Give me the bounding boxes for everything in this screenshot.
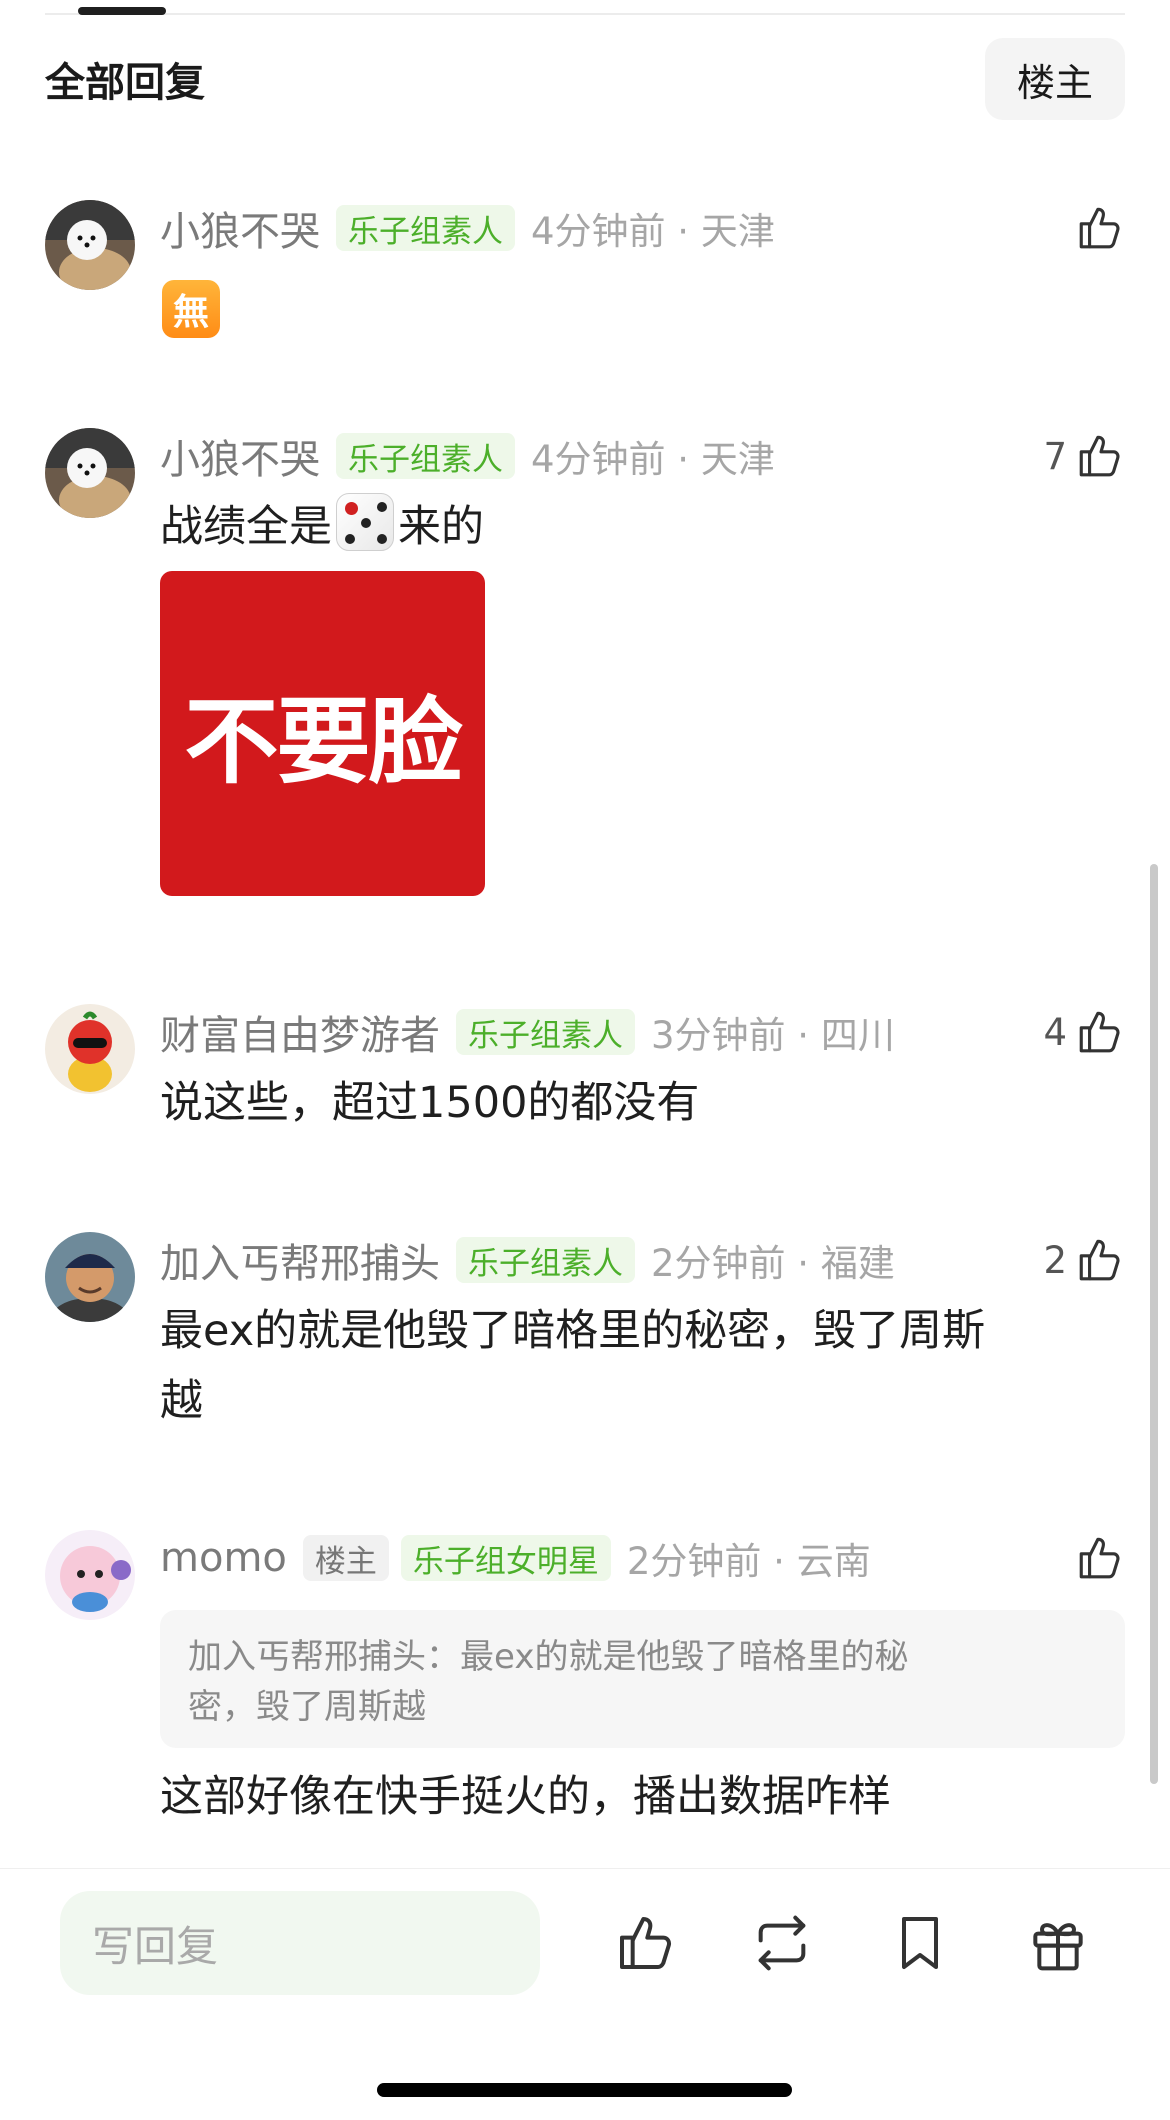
username[interactable]: momo <box>160 1535 287 1581</box>
time-location: 2分钟前 · 福建 <box>651 1242 895 1285</box>
avatar[interactable] <box>45 200 135 290</box>
thumbs-up-icon <box>1079 435 1120 477</box>
comment-text: 这部好像在快手挺火的，播出数据咋样 <box>160 1772 891 1822</box>
replies-header: 全部回复 楼主 <box>45 38 1125 120</box>
comment-meta: 小狼不哭 乐子组素人 4分钟前 · 天津 <box>160 428 1125 484</box>
group-badge: 乐子组素人 <box>456 1009 635 1055</box>
quoted-reply[interactable]: 加入丐帮邢捕头：最ex的就是他毁了暗格里的秘 密，毁了周斯越 <box>160 1610 1125 1748</box>
username[interactable]: 加入丐帮邢捕头 <box>160 1231 440 1289</box>
sticker-image[interactable]: 不要脸 <box>160 571 485 896</box>
like-count: 7 <box>1043 434 1067 478</box>
avatar[interactable] <box>45 1530 135 1620</box>
tab-indicator <box>78 7 166 15</box>
reply-input[interactable]: 写回复 <box>60 1891 540 1995</box>
comment-text-line: 最ex的就是他毁了暗格里的秘密，毁了周斯 <box>160 1306 986 1356</box>
owner-only-filter-button[interactable]: 楼主 <box>985 38 1125 120</box>
time-location: 4分钟前 · 天津 <box>531 210 775 253</box>
quoted-text-line: 加入丐帮邢捕头：最ex的就是他毁了暗格里的秘 <box>188 1637 909 1677</box>
like-count: 4 <box>1043 1010 1067 1054</box>
emoji-nothing-icon: 無 <box>162 280 220 338</box>
comment-text-part: 战绩全是 <box>160 502 332 552</box>
avatar[interactable] <box>45 1004 135 1094</box>
comment-meta: 小狼不哭 乐子组素人 4分钟前 · 天津 <box>160 200 1125 256</box>
time-location: 3分钟前 · 四川 <box>651 1014 895 1057</box>
gift-icon[interactable] <box>1026 1911 1090 1975</box>
all-replies-title: 全部回复 <box>45 60 205 106</box>
comment-item: 加入丐帮邢捕头 乐子组素人 2分钟前 · 福建 2 最ex的就是他毁了暗格里的秘… <box>45 1232 1125 1442</box>
comment-item: momo 楼主 乐子组女明星 2分钟前 · 云南 加入丐帮邢捕头：最ex的就是他… <box>45 1530 1125 1860</box>
like-button[interactable] <box>1067 200 1125 256</box>
comment-meta: momo 楼主 乐子组女明星 2分钟前 · 云南 <box>160 1530 1125 1586</box>
comment-text: 最ex的就是他毁了暗格里的秘密，毁了周斯 越 <box>160 1296 985 1436</box>
time-location: 2分钟前 · 云南 <box>626 1540 871 1583</box>
thumbs-up-icon <box>1079 207 1120 249</box>
comment-text: 说这些，超过1500的都没有 <box>160 1078 700 1128</box>
thumbs-up-icon <box>1079 1537 1120 1579</box>
thumbs-up-icon <box>1079 1239 1120 1281</box>
like-icon[interactable] <box>614 1911 678 1975</box>
comment-item: 小狼不哭 乐子组素人 4分钟前 · 天津 7 战绩全是 来的 不要脸 <box>45 428 1125 908</box>
group-badge: 乐子组素人 <box>336 433 515 479</box>
like-button[interactable]: 7 <box>1043 428 1125 484</box>
username[interactable]: 财富自由梦游者 <box>160 1003 440 1061</box>
scrollbar[interactable] <box>1150 864 1158 1784</box>
avatar[interactable] <box>45 1232 135 1322</box>
bottom-action-bar: 写回复 <box>0 1868 1170 2120</box>
bookmark-icon[interactable] <box>888 1911 952 1975</box>
dice-icon <box>336 493 394 551</box>
group-badge: 乐子组素人 <box>336 205 515 251</box>
top-divider <box>45 13 1125 15</box>
like-button[interactable]: 2 <box>1043 1232 1125 1288</box>
thumbs-up-icon <box>1079 1011 1120 1053</box>
avatar[interactable] <box>45 428 135 518</box>
comment-item: 财富自由梦游者 乐子组素人 3分钟前 · 四川 4 说这些，超过1500的都没有 <box>45 1004 1125 1144</box>
comment-item: 小狼不哭 乐子组素人 4分钟前 · 天津 無 <box>45 200 1125 350</box>
time-location: 4分钟前 · 天津 <box>531 438 775 481</box>
comment-meta: 财富自由梦游者 乐子组素人 3分钟前 · 四川 <box>160 1004 1125 1060</box>
like-button[interactable]: 4 <box>1043 1004 1125 1060</box>
group-badge: 乐子组素人 <box>456 1237 635 1283</box>
comment-text-line: 越 <box>160 1376 203 1426</box>
owner-badge: 楼主 <box>302 1535 389 1581</box>
home-indicator <box>377 2083 792 2097</box>
comment-text-part: 来的 <box>398 502 484 552</box>
comment-meta: 加入丐帮邢捕头 乐子组素人 2分钟前 · 福建 <box>160 1232 1125 1288</box>
quoted-text-line: 密，毁了周斯越 <box>188 1687 426 1727</box>
like-count: 2 <box>1043 1238 1067 1282</box>
username[interactable]: 小狼不哭 <box>160 427 320 485</box>
group-badge: 乐子组女明星 <box>400 1535 611 1581</box>
username[interactable]: 小狼不哭 <box>160 199 320 257</box>
like-button[interactable] <box>1067 1530 1125 1586</box>
repost-icon[interactable] <box>750 1911 814 1975</box>
sticker-text: 不要脸 <box>184 687 462 797</box>
comment-text: 战绩全是 来的 <box>160 492 484 562</box>
